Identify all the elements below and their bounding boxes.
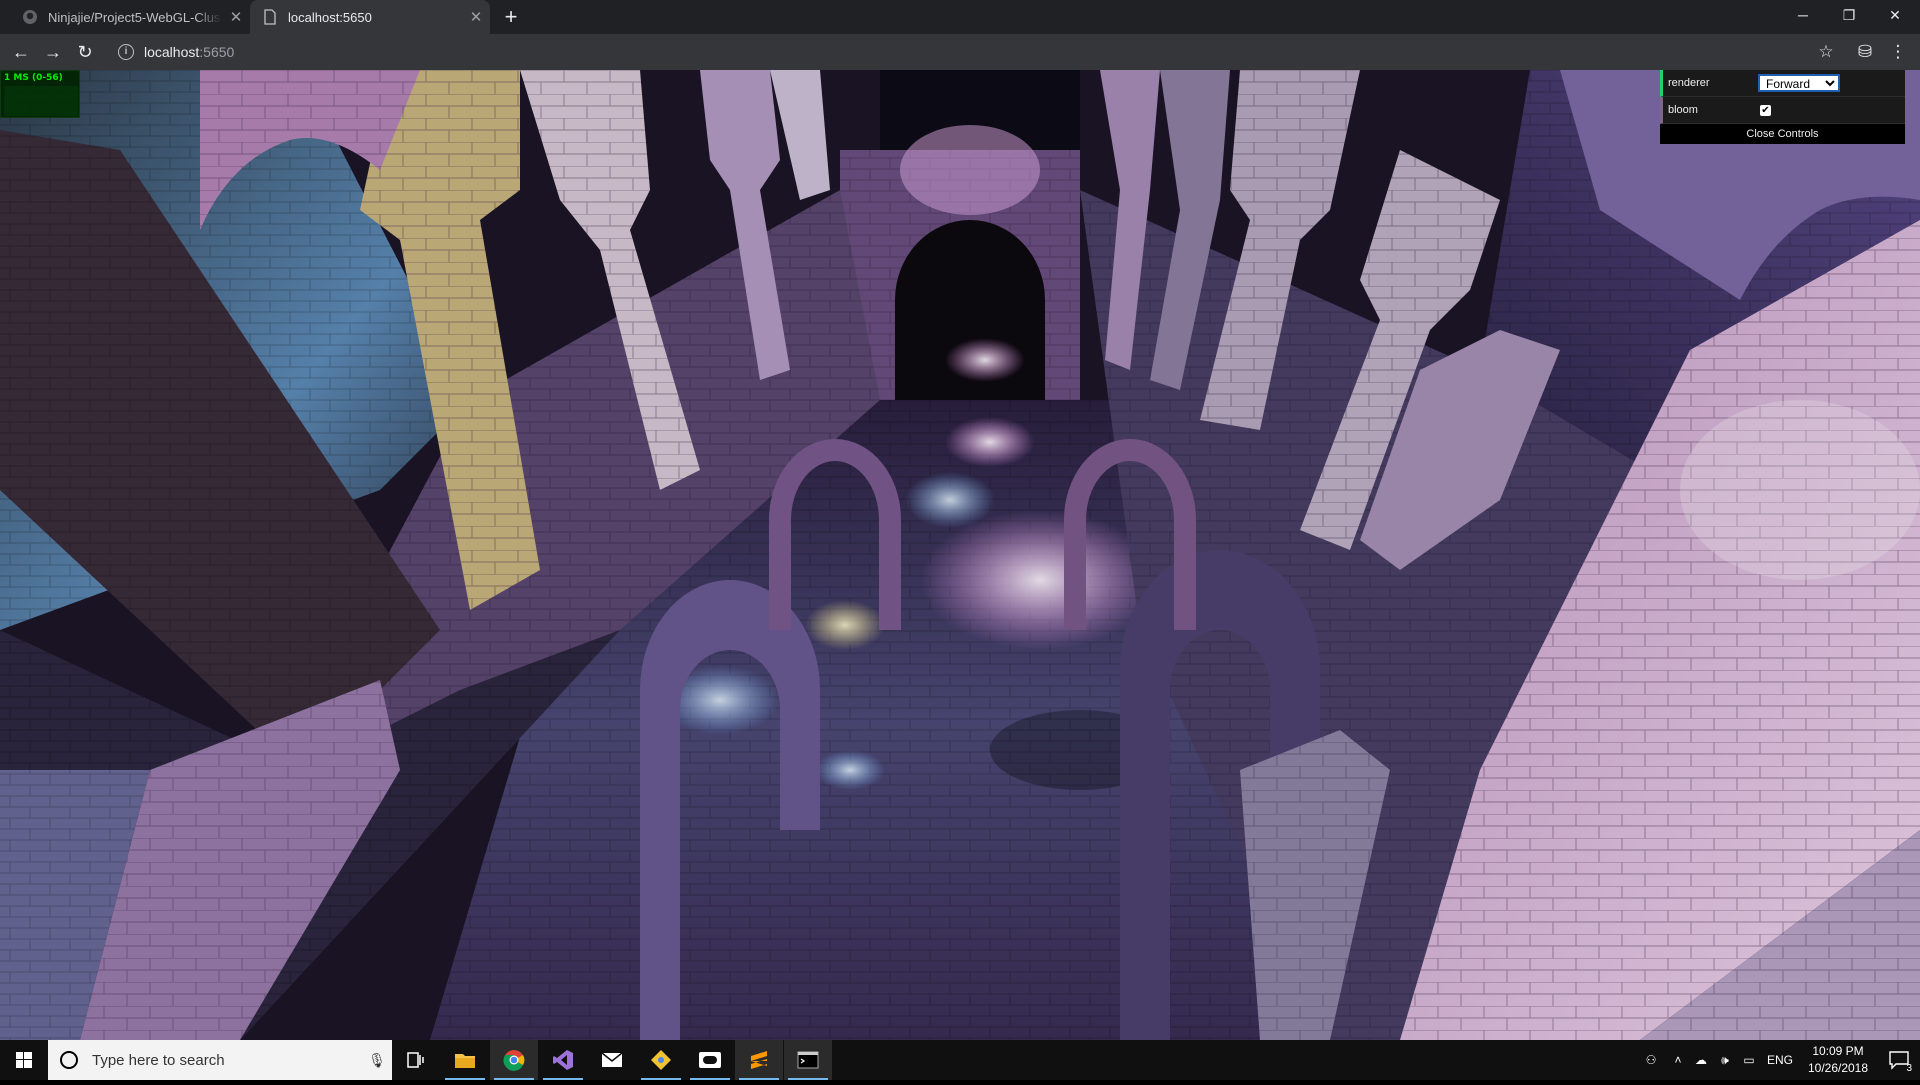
tab-title: localhost:5650 <box>288 9 372 25</box>
renderer-label: renderer <box>1668 77 1710 89</box>
sponza-scene <box>0 70 1920 1040</box>
sublime-text-icon[interactable] <box>735 1040 783 1080</box>
forward-icon[interactable]: → <box>41 40 65 64</box>
close-tab-icon[interactable]: ✕ <box>222 8 250 26</box>
tab-title: Ninjajie/Project5-WebGL-Clustered-Deferr… <box>48 9 222 25</box>
frame-time-graph <box>4 86 78 116</box>
start-button[interactable] <box>0 1040 48 1080</box>
browser-menu-icon[interactable]: ⋮ <box>1886 40 1910 64</box>
address-bar[interactable]: i localhost:5650 <box>110 38 1855 66</box>
github-icon <box>23 10 37 24</box>
bloom-checkbox[interactable]: ✔ <box>1760 104 1771 116</box>
network-icon[interactable]: ▭ <box>1736 1040 1762 1080</box>
taskbar-search[interactable]: Type here to search 🎙 <box>48 1040 392 1080</box>
stats-panel[interactable]: 1 MS (0-56) <box>0 70 80 118</box>
extension-icon[interactable]: ⛁ <box>1853 40 1877 64</box>
tab-github-project[interactable]: Ninjajie/Project5-WebGL-Clustered-Deferr… <box>10 0 250 34</box>
notification-count: 3 <box>1906 1063 1912 1074</box>
file-explorer-icon[interactable] <box>441 1040 489 1080</box>
minimize-icon[interactable]: ─ <box>1780 0 1826 30</box>
tab-localhost[interactable]: localhost:5650 ✕ <box>250 0 490 34</box>
renderer-row: renderer Forward <box>1660 70 1905 97</box>
new-tab-button[interactable]: + <box>498 4 524 30</box>
language-indicator[interactable]: ENG <box>1762 1040 1798 1080</box>
chrome-icon[interactable] <box>490 1040 538 1080</box>
reload-icon[interactable]: ↻ <box>73 40 97 64</box>
webgl-canvas[interactable] <box>0 70 1920 1040</box>
restore-icon[interactable]: ❐ <box>1826 0 1872 30</box>
oculus-icon[interactable] <box>686 1040 734 1080</box>
search-placeholder: Type here to search <box>92 1051 225 1069</box>
close-tab-icon[interactable]: ✕ <box>462 8 490 26</box>
mail-icon[interactable] <box>588 1040 636 1080</box>
close-window-icon[interactable]: ✕ <box>1872 0 1918 30</box>
action-center-icon[interactable]: 3 <box>1878 1040 1920 1080</box>
clock-time: 10:09 PM <box>1812 1044 1864 1058</box>
cortana-icon <box>60 1051 78 1069</box>
people-icon[interactable]: ⚇ <box>1636 1040 1666 1080</box>
task-view-icon[interactable] <box>392 1040 440 1080</box>
browser-tabstrip: Ninjajie/Project5-WebGL-Clustered-Deferr… <box>0 0 1920 34</box>
close-controls-button[interactable]: Close Controls <box>1660 124 1905 144</box>
address-url[interactable]: localhost:5650 <box>144 44 234 60</box>
onedrive-icon[interactable]: ☁ <box>1688 1040 1714 1080</box>
terminal-icon[interactable] <box>784 1040 832 1080</box>
show-hidden-icons-icon[interactable]: ˄ <box>1668 1040 1688 1080</box>
sourcetree-icon[interactable] <box>637 1040 685 1080</box>
controls-panel: renderer Forward bloom ✔ Close Controls <box>1660 70 1905 144</box>
browser-toolbar: ← → ↻ i localhost:5650 ☆ ⛁ ⋮ <box>0 34 1920 70</box>
clock-date: 10/26/2018 <box>1807 1061 1869 1075</box>
system-clock[interactable]: 10:09 PM 10/26/2018 <box>1798 1043 1878 1077</box>
page-icon <box>264 9 276 25</box>
microphone-icon[interactable]: 🎙 <box>362 1052 392 1069</box>
info-icon[interactable]: i <box>118 44 134 60</box>
windows-taskbar: Type here to search 🎙 ⚇ ˄ ☁ 🕪 ▭ ENG 10:0… <box>0 1040 1920 1080</box>
visual-studio-icon[interactable] <box>539 1040 587 1080</box>
bloom-label: bloom <box>1668 104 1698 116</box>
back-icon[interactable]: ← <box>9 40 33 64</box>
frame-time-readout: 1 MS (0-56) <box>4 73 63 83</box>
windows-logo-icon <box>16 1052 32 1068</box>
bookmark-star-icon[interactable]: ☆ <box>1814 40 1838 64</box>
volume-icon[interactable]: 🕪 <box>1714 1040 1736 1080</box>
bloom-row: bloom ✔ <box>1660 97 1905 124</box>
renderer-select[interactable]: Forward <box>1758 74 1840 92</box>
